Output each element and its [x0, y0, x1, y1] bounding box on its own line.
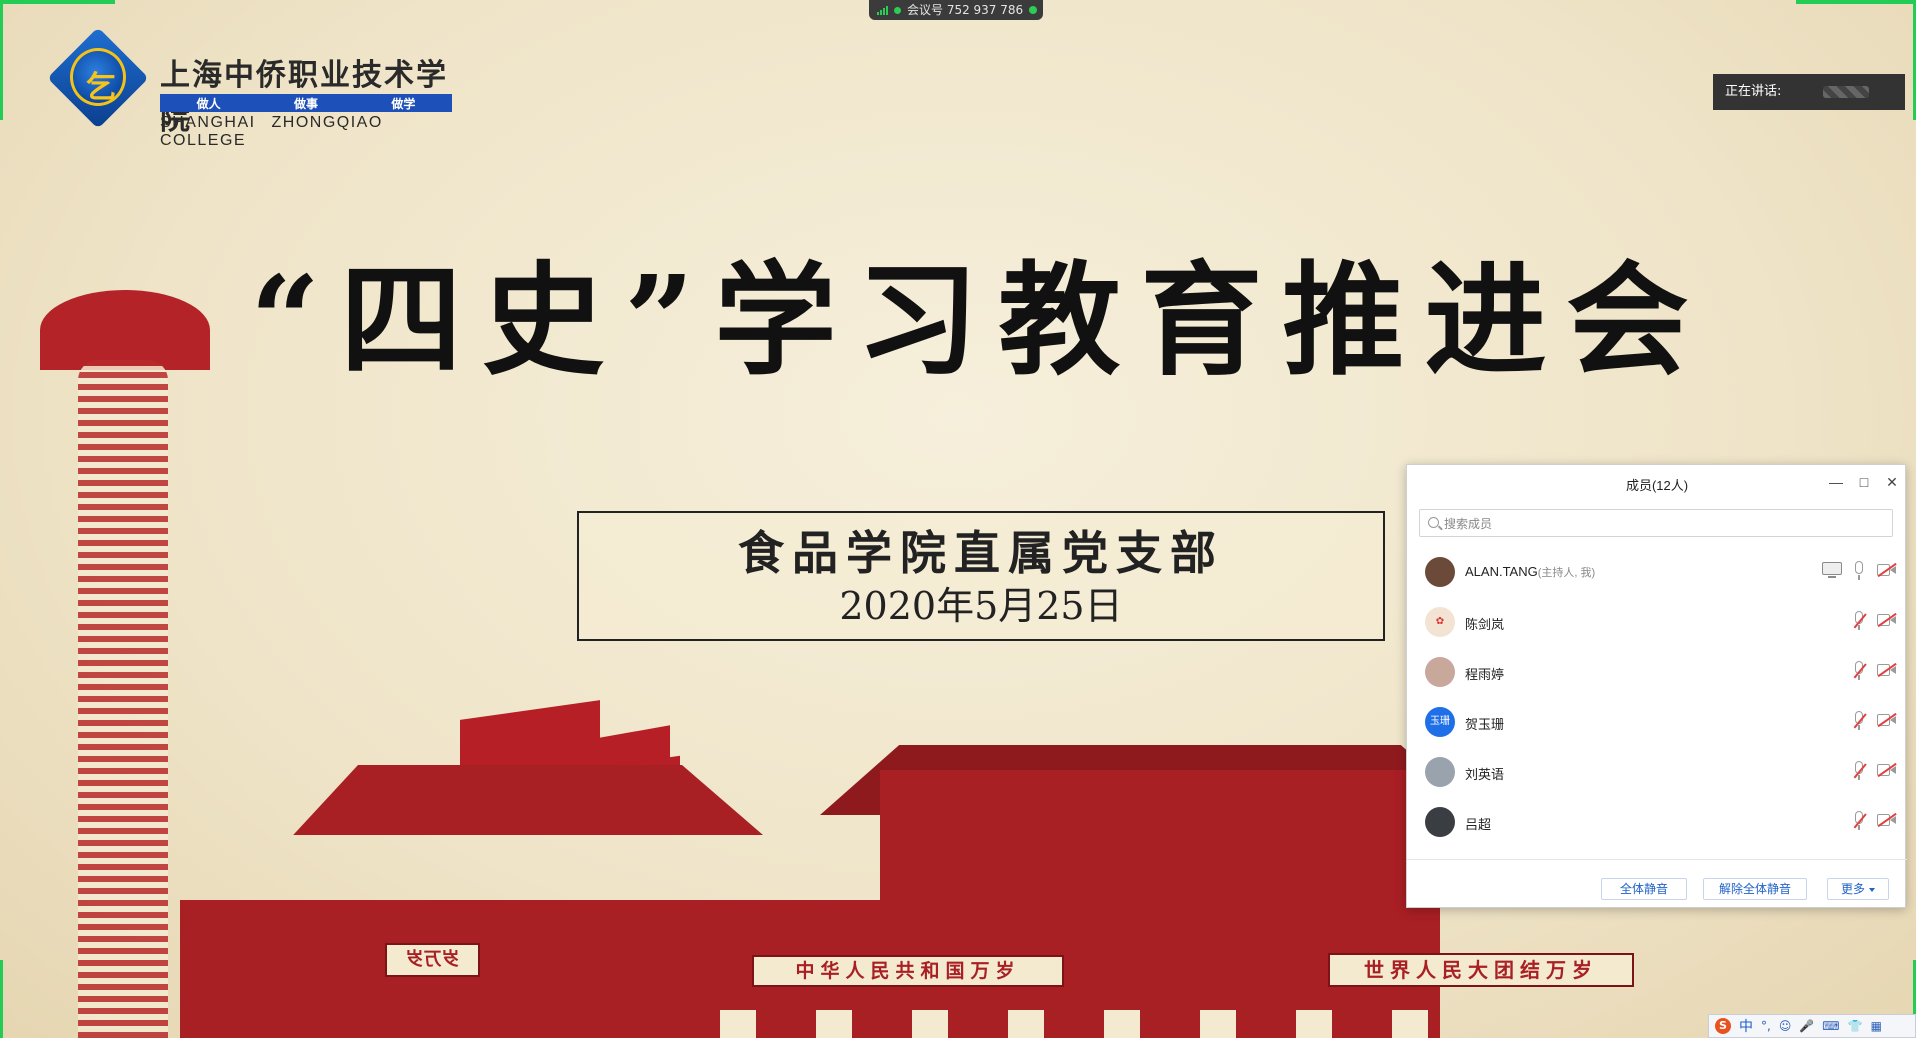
mic-muted-icon[interactable]	[1852, 761, 1866, 781]
member-row[interactable]: 刘英语	[1407, 747, 1907, 797]
meeting-id-bar[interactable]: 会议号 752 937 786	[869, 0, 1043, 20]
avatar	[1425, 757, 1455, 787]
camera-off-icon[interactable]	[1877, 713, 1897, 727]
minimize-button[interactable]: —	[1825, 471, 1847, 493]
avatar	[1425, 557, 1455, 587]
speaking-indicator: 正在讲话:	[1713, 74, 1905, 110]
banner-far-left: 岁万岁	[385, 943, 480, 977]
logo-mark: 乞	[86, 70, 116, 105]
search-icon	[1428, 517, 1439, 528]
member-panel: 成员(12人) — □ ✕ ALAN.TANG(主持人, 我) ✿ 陈剑岚 程雨…	[1406, 464, 1907, 908]
search-input[interactable]	[1442, 513, 1886, 535]
signal-strength-icon	[877, 5, 888, 15]
chevron-down-icon	[1869, 887, 1875, 892]
more-button[interactable]: 更多	[1827, 878, 1889, 900]
slide-subtitle: 食品学院直属党支部	[738, 526, 1224, 580]
network-status-icon	[894, 6, 901, 14]
mic-muted-icon[interactable]	[1852, 811, 1866, 831]
member-row[interactable]: 玉珊 贺玉珊	[1407, 697, 1907, 747]
gate-arches-decoration	[660, 1010, 1440, 1038]
college-logo: 乞 上海中侨职业技术学院 做人 做事 做学 SHANGHAI ZHONGQIAO…	[47, 27, 458, 150]
share-border-indicator	[0, 0, 3, 120]
speaking-name-redacted	[1823, 86, 1869, 98]
share-border-indicator	[0, 960, 3, 1038]
member-name: 贺玉珊	[1465, 717, 1505, 732]
member-name: 陈剑岚	[1465, 617, 1505, 632]
banner-right: 世界人民大团结万岁	[1328, 953, 1634, 987]
ime-skin-icon[interactable]: 👕	[1848, 1019, 1863, 1033]
huabiao-capital-decoration	[40, 290, 210, 370]
member-name: ALAN.TANG(主持人, 我)	[1465, 564, 1596, 579]
ime-toolbox-icon[interactable]: ▦	[1871, 1019, 1882, 1033]
member-row[interactable]: 吕超	[1407, 797, 1907, 847]
mute-all-button[interactable]: 全体静音	[1601, 878, 1687, 900]
ime-emoji-icon[interactable]: ☺	[1779, 1019, 1792, 1033]
huabiao-column-decoration	[78, 360, 168, 1038]
ime-language-toggle[interactable]: 中	[1739, 1016, 1753, 1036]
motto-item: 做事	[293, 96, 318, 111]
maximize-button[interactable]: □	[1853, 471, 1875, 493]
college-name-en: SHANGHAI ZHONGQIAO COLLEGE	[160, 114, 383, 149]
avatar: 玉珊	[1425, 707, 1455, 737]
member-row[interactable]: ✿ 陈剑岚	[1407, 597, 1907, 647]
mic-icon[interactable]	[1852, 561, 1866, 581]
member-search[interactable]	[1419, 509, 1893, 537]
avatar: ✿	[1425, 607, 1455, 637]
meeting-id-label: 会议号 752 937 786	[907, 3, 1024, 17]
unmute-all-button[interactable]: 解除全体静音	[1703, 878, 1807, 900]
panel-footer: 全体静音 解除全体静音 更多	[1407, 859, 1907, 908]
avatar	[1425, 657, 1455, 687]
ime-punctuation-toggle[interactable]: °,	[1761, 1019, 1771, 1033]
motto-item: 做学	[391, 96, 416, 111]
subtitle-box: 食品学院直属党支部 2020年5月25日	[577, 511, 1385, 641]
member-row[interactable]: ALAN.TANG(主持人, 我)	[1407, 547, 1907, 597]
speaking-label: 正在讲话:	[1725, 84, 1782, 99]
camera-off-icon[interactable]	[1877, 763, 1897, 777]
share-border-indicator	[1796, 0, 1916, 4]
camera-off-icon[interactable]	[1877, 563, 1897, 577]
share-border-indicator	[0, 0, 115, 4]
ime-voice-icon[interactable]: 🎤	[1799, 1019, 1814, 1033]
screen-share-icon[interactable]	[1822, 562, 1842, 578]
banner-left: 中华人民共和国万岁	[752, 955, 1064, 987]
mic-muted-icon[interactable]	[1852, 711, 1866, 731]
mic-muted-icon[interactable]	[1852, 611, 1866, 631]
slide-title: “四史”学习教育推进会	[250, 248, 1709, 392]
camera-off-icon[interactable]	[1877, 813, 1897, 827]
member-role: (主持人, 我)	[1537, 567, 1596, 579]
avatar	[1425, 807, 1455, 837]
motto-item: 做人	[196, 96, 221, 111]
palace-roof-decoration	[293, 765, 763, 835]
security-shield-icon	[1029, 6, 1038, 14]
ime-toolbar[interactable]: S 中 °, ☺ 🎤 ⌨ 👕 ▦	[1708, 1014, 1916, 1038]
slide-date: 2020年5月25日	[839, 584, 1123, 628]
close-button[interactable]: ✕	[1881, 471, 1903, 493]
member-row[interactable]: 程雨婷	[1407, 647, 1907, 697]
member-name: 程雨婷	[1465, 667, 1505, 682]
member-name: 吕超	[1465, 817, 1492, 832]
camera-off-icon[interactable]	[1877, 663, 1897, 677]
ime-keyboard-icon[interactable]: ⌨	[1822, 1019, 1839, 1033]
member-name: 刘英语	[1465, 767, 1505, 782]
mic-muted-icon[interactable]	[1852, 661, 1866, 681]
college-motto-bar: 做人 做事 做学	[160, 94, 452, 112]
sogou-ime-icon[interactable]: S	[1715, 1018, 1731, 1034]
camera-off-icon[interactable]	[1877, 613, 1897, 627]
